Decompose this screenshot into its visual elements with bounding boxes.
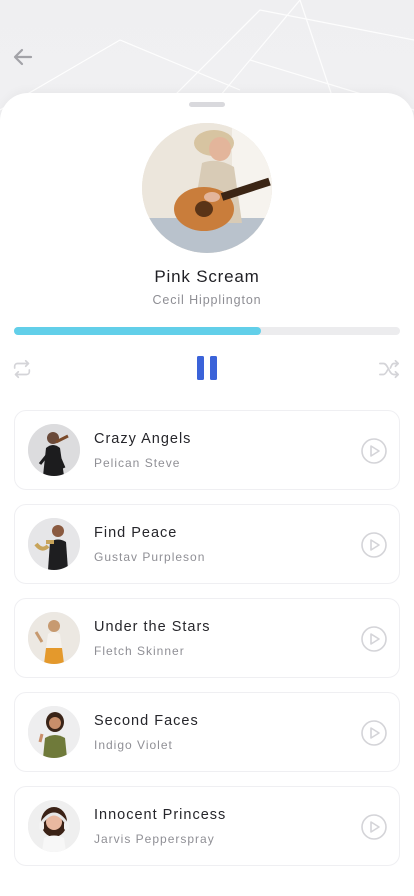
track-play-button[interactable]: [360, 719, 388, 747]
play-circle-icon: [361, 720, 387, 746]
play-circle-icon: [361, 626, 387, 652]
track-artist: Pelican Steve: [94, 456, 181, 470]
track-artist: Indigo Violet: [94, 738, 173, 752]
album-cover: [142, 123, 272, 253]
pause-button[interactable]: [193, 354, 221, 382]
track-title: Under the Stars: [94, 619, 211, 635]
track-artist: Jarvis Pepperspray: [94, 832, 215, 846]
track-avatar: [28, 612, 80, 664]
now-playing-title: Pink Scream: [154, 267, 260, 286]
track-item[interactable]: Find Peace Gustav Purpleson: [14, 504, 400, 584]
progress-fill: [14, 327, 262, 335]
track-avatar: [28, 800, 80, 852]
track-title: Innocent Princess: [94, 807, 227, 823]
player-sheet: Pink Scream Cecil Hipplington Crazy Ange…: [0, 93, 414, 896]
repeat-button[interactable]: [10, 357, 34, 381]
pause-icon: [197, 356, 217, 380]
track-item[interactable]: Innocent Princess Jarvis Pepperspray: [14, 786, 400, 866]
back-button[interactable]: [10, 44, 36, 70]
shuffle-button[interactable]: [376, 357, 402, 381]
shuffle-icon: [379, 359, 399, 379]
progress-bar[interactable]: [14, 327, 400, 335]
play-circle-icon: [361, 438, 387, 464]
track-avatar: [28, 424, 80, 476]
repeat-icon: [13, 359, 31, 379]
track-item[interactable]: Second Faces Indigo Violet: [14, 692, 400, 772]
sheet-grabber[interactable]: [189, 102, 225, 107]
track-item[interactable]: Under the Stars Fletch Skinner: [14, 598, 400, 678]
track-artist: Fletch Skinner: [94, 644, 185, 658]
track-play-button[interactable]: [360, 437, 388, 465]
track-title: Find Peace: [94, 525, 178, 541]
track-title: Crazy Angels: [94, 431, 192, 447]
now-playing-artist: Cecil Hipplington: [152, 293, 262, 307]
arrow-left-icon: [13, 48, 33, 66]
track-play-button[interactable]: [360, 531, 388, 559]
track-play-button[interactable]: [360, 625, 388, 653]
track-artist: Gustav Purpleson: [94, 550, 206, 564]
track-avatar: [28, 518, 80, 570]
play-circle-icon: [361, 532, 387, 558]
play-circle-icon: [361, 814, 387, 840]
track-play-button[interactable]: [360, 813, 388, 841]
track-item[interactable]: Crazy Angels Pelican Steve: [14, 410, 400, 490]
track-avatar: [28, 706, 80, 758]
track-title: Second Faces: [94, 713, 199, 729]
